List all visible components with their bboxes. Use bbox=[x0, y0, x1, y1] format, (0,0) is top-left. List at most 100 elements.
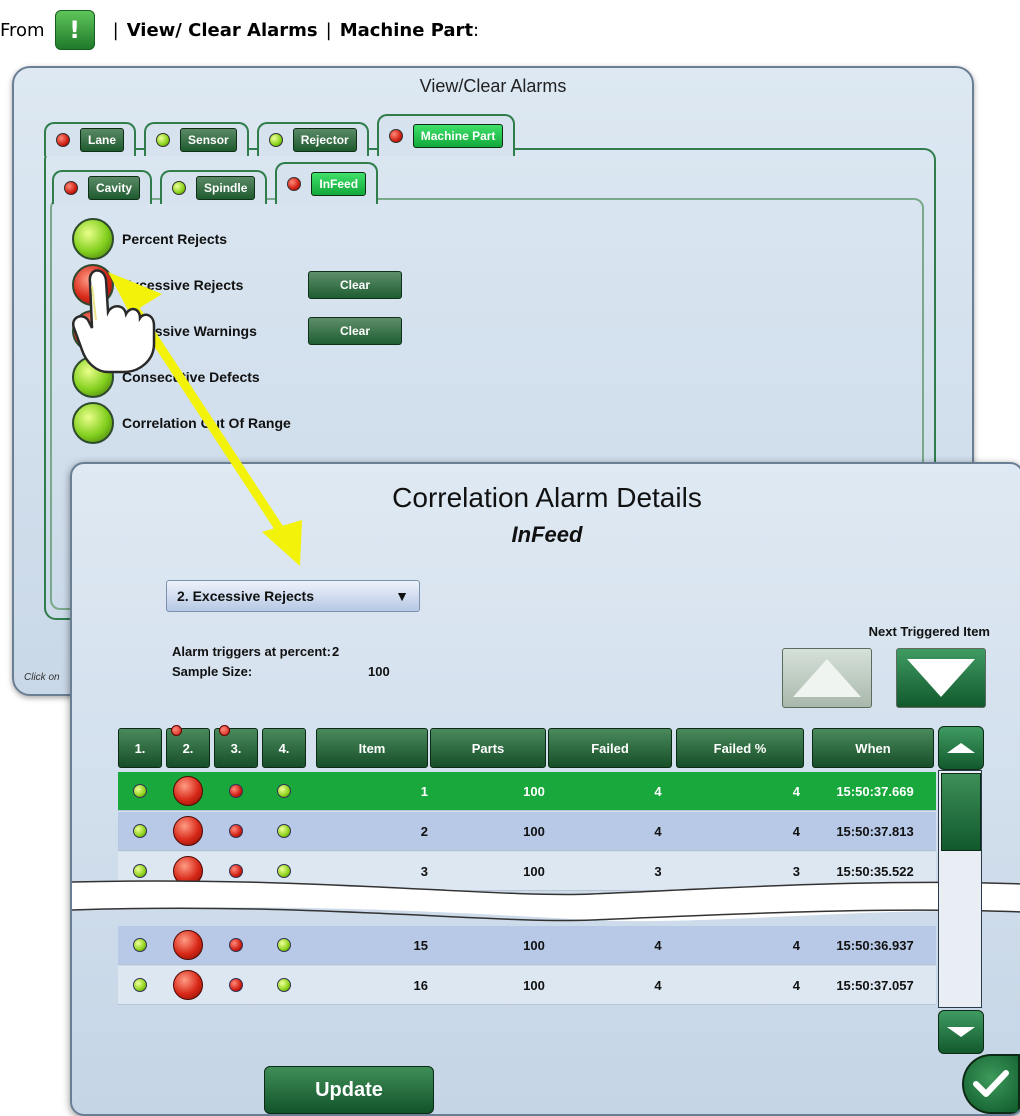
status-led-icon bbox=[229, 938, 243, 952]
status-led-icon bbox=[133, 784, 147, 798]
menu-path-machine-part: Machine Part bbox=[339, 19, 474, 41]
table-row[interactable]: 1 100 4 4 15:50:37.669 bbox=[118, 772, 936, 811]
cell-failed-pct: 4 bbox=[792, 977, 800, 993]
arrow-down-icon bbox=[947, 1027, 975, 1037]
column-header-failed-pct[interactable]: Failed % bbox=[676, 728, 804, 768]
alarm-led-icon bbox=[173, 970, 203, 1000]
alarm-status-led-icon[interactable] bbox=[72, 402, 114, 444]
cell-failed: 4 bbox=[654, 783, 662, 799]
alarm-label: Consecutive Defects bbox=[122, 369, 260, 385]
scroll-down-button[interactable] bbox=[938, 1010, 984, 1054]
tab-machine-part[interactable]: Machine Part bbox=[376, 114, 516, 156]
column-header-item[interactable]: Item bbox=[316, 728, 428, 768]
cell-failed: 4 bbox=[654, 977, 662, 993]
alarm-status-led-icon[interactable] bbox=[72, 310, 114, 352]
cell-item: 1 bbox=[420, 783, 428, 799]
status-led-icon bbox=[277, 784, 291, 798]
sub-tabs: Cavity Spindle InFeed bbox=[52, 162, 379, 204]
dropdown-value: 2. Excessive Rejects bbox=[177, 588, 314, 604]
column-header-failed[interactable]: Failed bbox=[548, 728, 672, 768]
update-button[interactable]: Update bbox=[264, 1066, 434, 1114]
alarm-status-led-icon[interactable] bbox=[72, 356, 114, 398]
clear-excessive-warnings-button[interactable]: Clear bbox=[308, 317, 402, 345]
tab-cavity[interactable]: Cavity bbox=[52, 170, 153, 204]
alarm-triggers-value: 2 bbox=[332, 644, 340, 659]
alarm-status-led-icon[interactable] bbox=[72, 264, 114, 306]
tab-cavity-label: Cavity bbox=[88, 176, 141, 200]
previous-triggered-button[interactable] bbox=[782, 648, 872, 708]
separator: | bbox=[325, 19, 332, 41]
sample-size-label: Sample Size: bbox=[172, 664, 253, 679]
instruction-line: From ! | View/ Clear Alarms | Machine Pa… bbox=[0, 0, 479, 60]
table-row[interactable]: 15 100 4 4 15:50:36.937 bbox=[118, 926, 936, 965]
separator: | bbox=[112, 19, 119, 41]
status-led-icon bbox=[229, 824, 243, 838]
arrow-up-icon bbox=[947, 743, 975, 753]
dialog-subtitle: InFeed bbox=[511, 522, 583, 547]
tab-rejector[interactable]: Rejector bbox=[256, 122, 369, 156]
cell-failed-pct: 4 bbox=[792, 783, 800, 799]
tab-lane[interactable]: Lane bbox=[44, 122, 137, 156]
column-header-4[interactable]: 4. bbox=[262, 728, 306, 768]
tab-infeed[interactable]: InFeed bbox=[275, 162, 379, 204]
column-header-parts[interactable]: Parts bbox=[430, 728, 546, 768]
tab-spindle-label: Spindle bbox=[196, 176, 256, 200]
status-led-icon bbox=[277, 938, 291, 952]
alarm-icon-glyph: ! bbox=[69, 16, 81, 44]
table-row[interactable]: 16 100 4 4 15:50:37.057 bbox=[118, 966, 936, 1005]
alarm-item-excessive-warnings: Excessive Warnings Clear bbox=[72, 308, 402, 354]
scrollbar-thumb[interactable] bbox=[941, 773, 981, 851]
tab-lane-label: Lane bbox=[80, 128, 125, 152]
alarm-select-dropdown[interactable]: 2. Excessive Rejects ▼ bbox=[166, 580, 420, 612]
column-header-2[interactable]: 2. bbox=[166, 725, 210, 768]
instruction-prefix: From bbox=[0, 19, 45, 41]
status-led-icon bbox=[229, 784, 243, 798]
cell-item: 15 bbox=[413, 937, 428, 953]
scroll-up-button[interactable] bbox=[938, 726, 984, 770]
tab-sensor[interactable]: Sensor bbox=[144, 122, 249, 156]
sample-size-value: 100 bbox=[368, 664, 390, 679]
dropdown-arrow-icon: ▼ bbox=[395, 588, 409, 604]
status-led-icon bbox=[133, 938, 147, 952]
table-break-wave bbox=[72, 880, 1020, 922]
tab-spindle[interactable]: Spindle bbox=[160, 170, 268, 204]
status-led-icon bbox=[133, 978, 147, 992]
tab-machine-part-label: Machine Part bbox=[412, 124, 504, 148]
alarm-label: Excessive Rejects bbox=[122, 277, 244, 293]
alarm-label: Excessive Warnings bbox=[122, 323, 257, 339]
dialog-title: Correlation Alarm Details bbox=[392, 482, 702, 513]
instruction-suffix: : bbox=[473, 19, 480, 41]
next-triggered-button[interactable] bbox=[896, 648, 986, 708]
column-header-1[interactable]: 1. bbox=[118, 728, 162, 768]
scrollbar-track[interactable] bbox=[938, 770, 982, 1008]
cell-when: 15:50:37.057 bbox=[836, 977, 914, 993]
ok-button[interactable] bbox=[962, 1054, 1020, 1114]
status-led-icon bbox=[156, 133, 171, 147]
column-header-3[interactable]: 3. bbox=[214, 725, 258, 768]
column-header-2-label: 2. bbox=[182, 740, 194, 756]
alarm-info: Alarm triggers at percent: 2 Sample Size… bbox=[172, 642, 390, 682]
status-led-icon bbox=[56, 133, 70, 147]
clear-excessive-rejects-button[interactable]: Clear bbox=[308, 271, 402, 299]
alarm-item-consecutive-defects: Consecutive Defects bbox=[72, 354, 342, 400]
table-row[interactable]: 2 100 4 4 15:50:37.813 bbox=[118, 812, 936, 851]
alarm-item-correlation-out-of-range: Correlation Out Of Range bbox=[72, 400, 342, 446]
alarm-label: Percent Rejects bbox=[122, 231, 228, 247]
cell-parts: 100 bbox=[523, 783, 545, 799]
main-tabs: Lane Sensor Rejector Machine Part bbox=[44, 114, 516, 156]
tab-sensor-label: Sensor bbox=[180, 128, 237, 152]
arrow-down-icon bbox=[907, 659, 975, 697]
alarm-led-icon bbox=[173, 930, 203, 960]
alarm-status-led-icon[interactable] bbox=[72, 218, 114, 260]
status-led-icon bbox=[277, 978, 291, 992]
alarm-label: Correlation Out Of Range bbox=[122, 415, 291, 431]
alarm-list: Percent Rejects Excessive Rejects Clear … bbox=[72, 216, 402, 446]
cell-when: 15:50:36.937 bbox=[836, 937, 914, 953]
hint-text: Click on bbox=[24, 672, 60, 683]
correlation-alarm-details-window: Correlation Alarm Details InFeed 2. Exce… bbox=[70, 462, 1020, 1116]
alarm-dot-icon bbox=[219, 725, 230, 736]
column-header-when[interactable]: When bbox=[812, 728, 934, 768]
alarm-item-percent-rejects: Percent Rejects bbox=[72, 216, 342, 262]
arrow-up-icon bbox=[793, 659, 861, 697]
cell-failed-pct: 4 bbox=[792, 937, 800, 953]
